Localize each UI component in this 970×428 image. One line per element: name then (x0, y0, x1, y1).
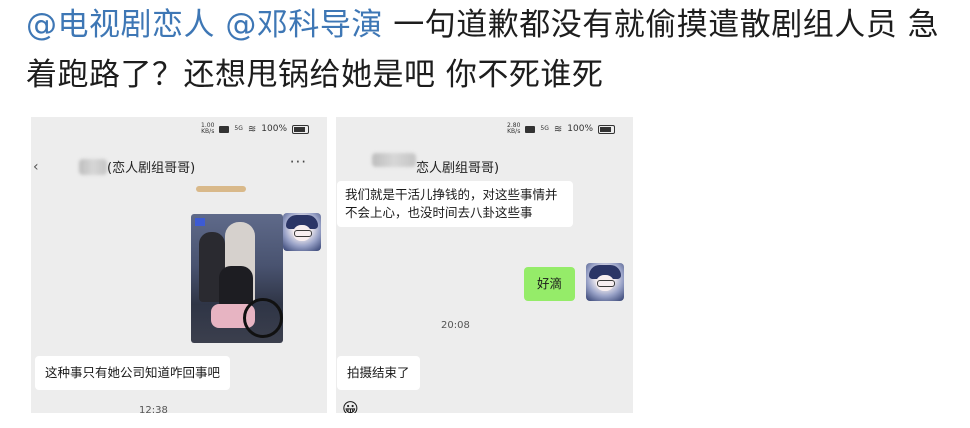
mention-link-tv-series[interactable]: @电视剧恋人 (26, 7, 215, 43)
chat-screenshot-right[interactable]: 2.80 KB/s 5G ≋ 100% 恋人剧组哥哥) 我们就是干活儿挣钱的，对… (336, 117, 633, 413)
blurred-contact-name (79, 159, 107, 175)
incoming-message-bubble-2[interactable]: 拍摄结束了 (337, 356, 420, 390)
battery-percent: 100% (261, 124, 287, 134)
blurred-contact-name (372, 153, 416, 167)
net-speed: 1.00 KB/s (201, 123, 214, 135)
chat-title: 恋人剧组哥哥) (416, 161, 500, 176)
chat-image-message[interactable] (191, 214, 283, 343)
partial-sticker-top (196, 186, 246, 192)
partial-emoji-sticker: 😀 (342, 399, 359, 413)
wifi-icon: ≋ (247, 123, 257, 135)
timestamp-partial: 12:38 (139, 405, 168, 413)
avatar-glasses (294, 230, 312, 237)
net-speed-unit: KB/s (201, 128, 215, 135)
back-icon[interactable]: ‹ (33, 159, 39, 175)
battery-icon (598, 124, 615, 134)
photo-wheelchair-wheel (243, 298, 283, 338)
mention-link-director[interactable]: @邓科导演 (225, 7, 383, 43)
chat-screenshot-left[interactable]: 1.00 KB/s 5G ≋ 100% ‹ (恋人剧组哥哥) ··· 这种事只有… (31, 117, 327, 413)
sim-card-icon (219, 125, 230, 133)
timestamp: 20:08 (441, 320, 470, 331)
chat-title: (恋人剧组哥哥) (107, 161, 196, 176)
network-type: 5G (540, 125, 549, 132)
incoming-message-bubble[interactable]: 我们就是干活儿挣钱的，对这些事情并不会上心，也没时间去八卦这些事 (337, 181, 573, 227)
user-avatar[interactable] (283, 213, 321, 251)
user-avatar[interactable] (586, 263, 624, 301)
status-bar: 2.80 KB/s 5G ≋ 100% (507, 123, 615, 135)
more-options-icon[interactable]: ··· (290, 153, 307, 171)
photo-sign (195, 218, 205, 226)
post-text: @电视剧恋人 @邓科导演 一句道歉都没有就偷摸遣散剧组人员 急着跑路了？还想甩锅… (26, 0, 956, 100)
outgoing-message-bubble[interactable]: 好滴 (524, 267, 576, 301)
chat-title-bar: 恋人剧组哥哥) (336, 151, 633, 181)
battery-percent: 100% (567, 124, 593, 134)
chat-title-bar: ‹ (恋人剧组哥哥) ··· (31, 151, 327, 181)
avatar-glasses (597, 280, 615, 287)
net-speed-unit: KB/s (507, 128, 521, 135)
sim-card-icon (525, 125, 536, 133)
wifi-icon: ≋ (553, 123, 563, 135)
status-bar: 1.00 KB/s 5G ≋ 100% (201, 123, 309, 135)
battery-icon (292, 124, 309, 134)
incoming-message-bubble[interactable]: 这种事只有她公司知道咋回事吧 (35, 356, 231, 390)
net-speed: 2.80 KB/s (507, 123, 520, 135)
network-type: 5G (234, 125, 243, 132)
